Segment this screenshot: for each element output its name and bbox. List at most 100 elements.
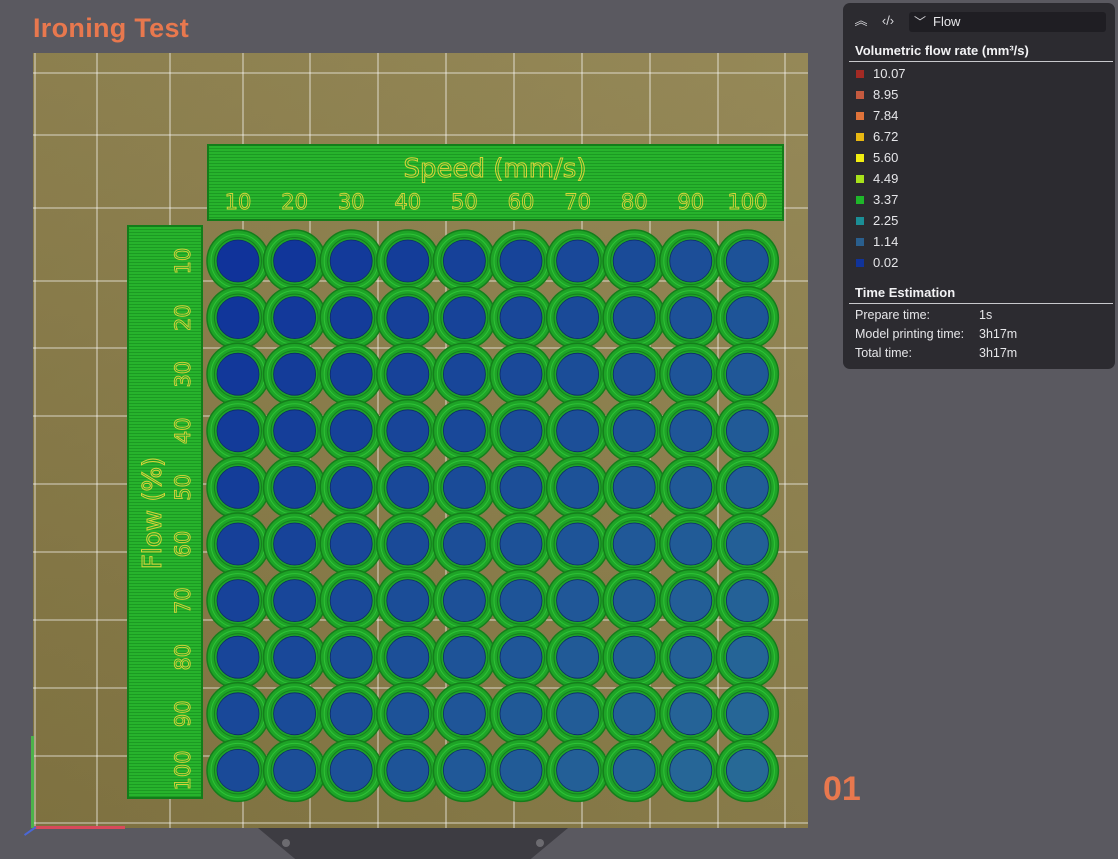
legend-swatch	[856, 70, 864, 78]
ironing-pad-fill	[612, 522, 656, 566]
time-row: Prepare time: 1s	[855, 308, 1105, 327]
ironing-pad-fill	[216, 239, 260, 283]
ironing-pad-fill	[499, 749, 543, 792]
time-label: Model printing time:	[855, 327, 965, 341]
ironing-pad-fill	[329, 635, 373, 679]
ironing-pad-fill	[499, 635, 543, 679]
ironing-pad-fill	[726, 239, 769, 283]
ironing-pad-fill	[273, 352, 317, 396]
ironing-pad-fill	[442, 579, 486, 622]
divider	[849, 303, 1113, 304]
y-axis-indicator	[31, 736, 34, 828]
flow-value-label: 60	[171, 531, 195, 558]
ironing-pad-fill	[442, 352, 486, 396]
ironing-pad-fill	[329, 239, 373, 283]
ironing-pad-fill	[273, 409, 317, 453]
ironing-pad-fill	[669, 409, 713, 453]
ironing-pad-fill	[556, 579, 599, 622]
ironing-pad-fill	[726, 296, 769, 340]
time-label: Total time:	[855, 346, 912, 360]
ironing-pad-fill	[499, 409, 543, 453]
flow-value-label: 70	[171, 587, 195, 614]
ironing-pad-fill	[273, 296, 317, 340]
ironing-pad-fill	[612, 239, 656, 283]
ironing-pad-fill	[273, 465, 317, 509]
ironing-pad-fill	[669, 465, 713, 509]
legend-swatch	[856, 259, 864, 267]
model-preview[interactable]: Speed (mm/s) Flow (%) 10 20 30 40 50 60 70 80 90 10…	[33, 53, 808, 828]
time-value: 1s	[979, 308, 993, 322]
plate-title: Ironing Test	[33, 13, 190, 43]
ironing-pad-fill	[386, 692, 430, 736]
ironing-pad-fill	[669, 579, 713, 622]
collapse-icon[interactable]: ︽	[852, 13, 870, 29]
view-type-select[interactable]: ﹀ Flow	[909, 12, 1106, 32]
ironing-pad-fill	[273, 749, 317, 792]
flow-value-label: 40	[171, 417, 195, 444]
ironing-pad-fill	[612, 635, 656, 679]
bed-handle	[258, 828, 568, 859]
build-plate[interactable]: Speed (mm/s) Flow (%) 10 20 30 40 50 60 70 80 90 10…	[33, 53, 808, 828]
ironing-pad-fill	[556, 522, 599, 566]
legend-swatch	[856, 112, 864, 120]
ironing-pad-fill	[216, 465, 260, 509]
legend-swatch	[856, 91, 864, 99]
ironing-pad-fill	[273, 635, 317, 679]
legend-section-title: Volumetric flow rate (mm³/s)	[855, 43, 1029, 58]
ironing-pad-fill	[556, 692, 599, 736]
legend-label: 5.60	[873, 150, 899, 165]
ironing-pad-fill	[669, 522, 713, 566]
speed-value-label: 70	[564, 190, 591, 214]
ironing-pad-fill	[669, 239, 713, 283]
ironing-pad-fill	[726, 409, 769, 453]
legend-label: 10.07	[873, 66, 906, 81]
screw-icon	[536, 839, 544, 847]
ironing-pad-fill	[273, 692, 317, 736]
ironing-pad-fill	[442, 692, 486, 736]
ironing-pad-fill	[386, 635, 430, 679]
ironing-pad-fill	[386, 749, 430, 792]
legend-swatch	[856, 154, 864, 162]
speed-value-label: 100	[727, 190, 767, 214]
ironing-pad-fill	[669, 692, 713, 736]
code-view-icon[interactable]: ‹/›	[879, 13, 897, 29]
flow-value-label: 50	[171, 474, 195, 501]
ironing-pad-fill	[612, 409, 656, 453]
ironing-pad-fill	[556, 635, 599, 679]
ironing-pad-fill	[386, 579, 430, 622]
ironing-pad-fill	[669, 352, 713, 396]
screw-icon	[282, 839, 290, 847]
ironing-pad-fill	[612, 352, 656, 396]
ironing-pad-fill	[669, 635, 713, 679]
ironing-pad-fill	[499, 296, 543, 340]
ironing-pad-fill	[556, 296, 599, 340]
view-type-value: Flow	[933, 14, 961, 29]
ironing-pad-fill	[386, 239, 430, 283]
time-value: 3h17m	[979, 346, 1018, 360]
time-row: Total time: 3h17m	[855, 346, 1105, 365]
ironing-pad-fill	[726, 465, 769, 509]
legend-label: 2.25	[873, 213, 899, 228]
legend-label: 7.84	[873, 108, 899, 123]
speed-title: Speed (mm/s)	[403, 154, 586, 184]
ironing-pad-fill	[273, 522, 317, 566]
ironing-pad-fill	[669, 749, 713, 792]
ironing-pad-fill	[499, 352, 543, 396]
ironing-pad-fill	[273, 239, 317, 283]
flow-value-label: 20	[171, 304, 195, 331]
ironing-pad-fill	[669, 296, 713, 340]
ironing-pad-fill	[442, 239, 486, 283]
speed-value-label: 20	[281, 190, 308, 214]
time-estimation-title: Time Estimation	[855, 285, 956, 300]
time-estimation-list: Prepare time: 1s Model printing time: 3h17m…	[855, 308, 1105, 365]
time-value: 3h17m	[979, 327, 1018, 341]
speed-value-label: 90	[677, 190, 704, 214]
flow-value-label: 80	[171, 644, 195, 671]
flow-value-label: 100	[171, 750, 195, 790]
ironing-pad-fill	[499, 465, 543, 509]
ironing-pad-fill	[726, 579, 769, 622]
ironing-pad-fill	[216, 409, 260, 453]
ironing-pad-fill	[499, 579, 543, 622]
ironing-test-model: Speed (mm/s) Flow (%) 10 20 30 40 50 60 70 80 90 10…	[127, 144, 784, 803]
ironing-pad-fill	[442, 409, 486, 453]
